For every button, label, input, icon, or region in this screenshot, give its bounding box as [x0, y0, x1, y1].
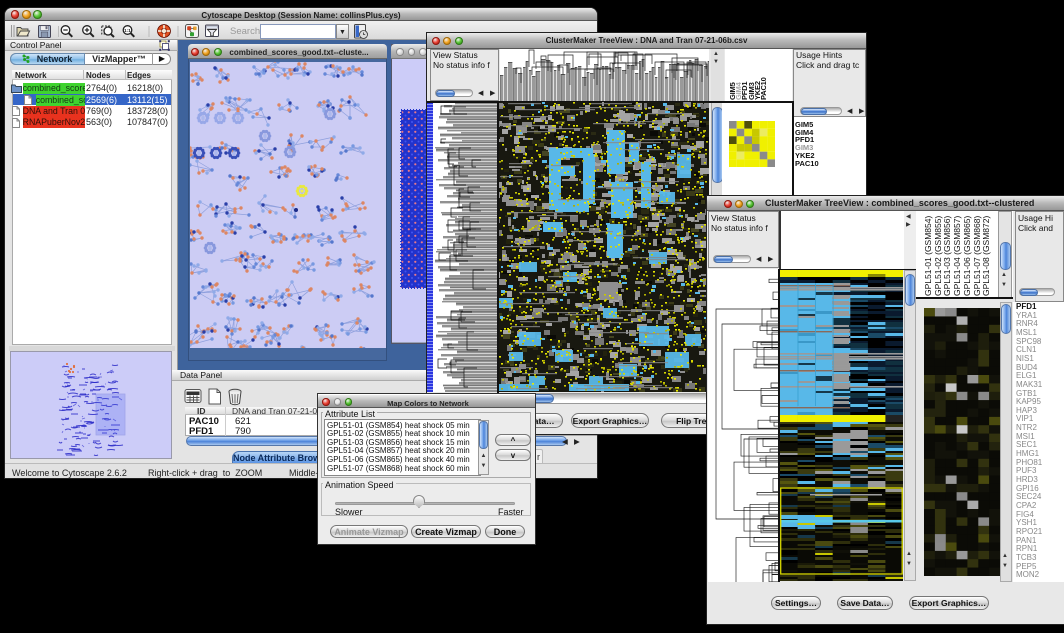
- svg-text:1:1: 1:1: [124, 28, 131, 33]
